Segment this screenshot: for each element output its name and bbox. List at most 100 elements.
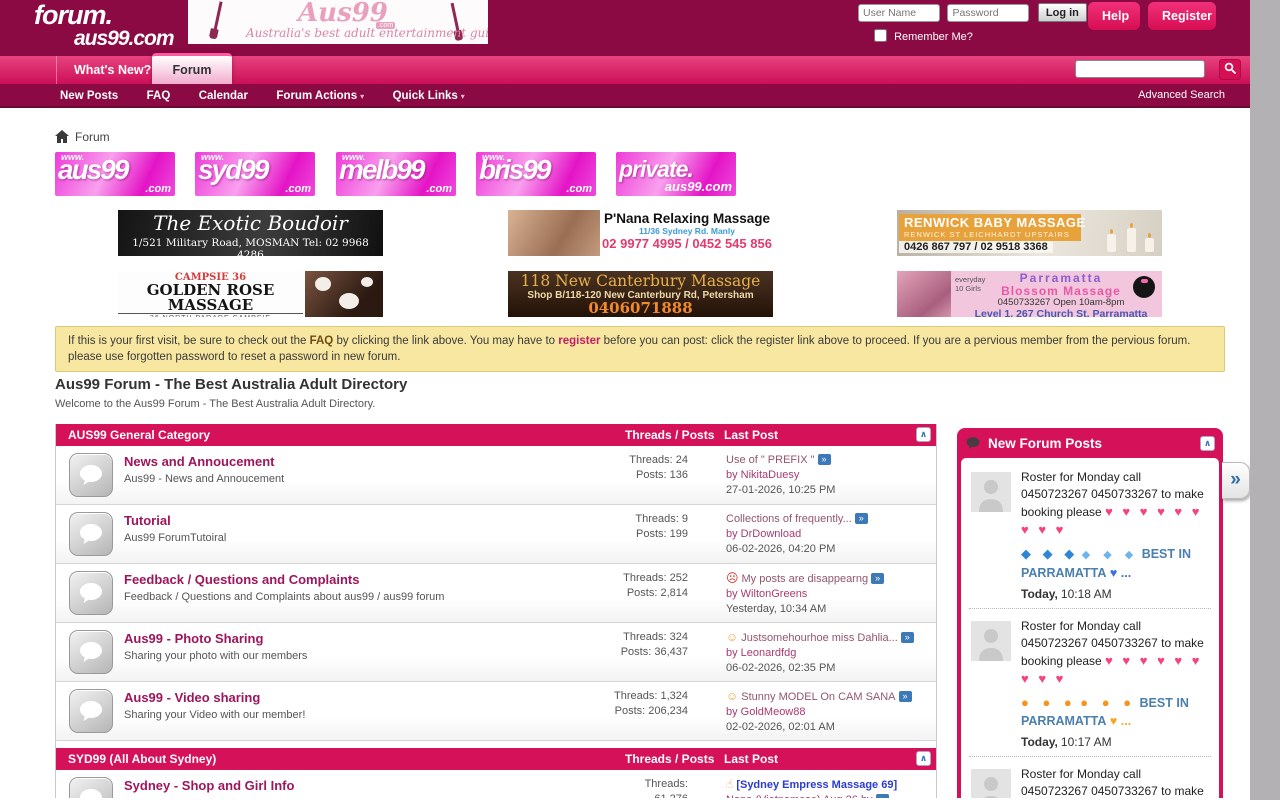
nav-forum-actions[interactable]: Forum Actions▾: [276, 85, 364, 108]
last-post-cell: Use of " PREFIX "» by NikitaDuesy 27-01-…: [726, 453, 932, 498]
breadcrumb-forum[interactable]: Forum: [75, 130, 110, 144]
forum-icon: [69, 453, 113, 497]
angry-face-icon: ☹: [726, 571, 739, 585]
forum-title-link[interactable]: Feedback / Questions and Complaints: [124, 572, 360, 587]
last-post-title-link[interactable]: Collections of frequently...: [726, 513, 852, 525]
last-post-cell: ☹My posts are disappearng» by WiltonGree…: [726, 571, 932, 617]
forum-icon: [69, 630, 113, 674]
candle-decoration: [1127, 228, 1136, 252]
last-post-title-link[interactable]: [Sydney Empress Massage 69]: [736, 779, 897, 791]
advanced-search-link[interactable]: Advanced Search: [1138, 84, 1225, 106]
goto-last-post-icon[interactable]: »: [901, 632, 914, 643]
register-button[interactable]: Register: [1148, 2, 1216, 30]
logo-line2: aus99.com: [74, 28, 174, 50]
tab-forum[interactable]: Forum: [152, 53, 232, 84]
post-date: Today,10:18 AM: [1021, 587, 1211, 601]
diamond-icons: ◆ ◆ ◆: [1082, 549, 1139, 561]
avatar[interactable]: [971, 621, 1011, 661]
nav-faq[interactable]: FAQ: [147, 85, 171, 107]
table-spacer: [56, 741, 936, 748]
site-banner-syd99[interactable]: www. syd99 .com: [195, 152, 315, 196]
ad-banner-pnana-massage[interactable]: P'Nana Relaxing Massage 11/36 Sydney Rd.…: [508, 210, 773, 256]
site-logo[interactable]: forum. aus99.com: [34, 2, 174, 50]
logo-line1: forum.: [34, 2, 174, 28]
last-post-title-link[interactable]: My posts are disappearng: [742, 573, 869, 585]
login-area: Log in Remember Me?: [858, 3, 1087, 43]
site-banner-aus99[interactable]: www. aus99 .com: [55, 152, 175, 196]
forum-table: AUS99 General Category Threads / Posts L…: [55, 424, 937, 798]
goto-last-post-icon[interactable]: »: [818, 454, 831, 465]
sidebar-expand-button[interactable]: »: [1222, 462, 1250, 499]
banner-tagline: Australia's best adult entertainment gui…: [246, 26, 476, 40]
forum-title-link[interactable]: News and Annoucement: [124, 454, 274, 469]
remember-me-checkbox[interactable]: [874, 29, 887, 42]
post-text[interactable]: Roster for Monday call 0450723267 045073…: [1021, 469, 1211, 539]
ad-photo: [897, 271, 951, 317]
last-post-title-link[interactable]: Justsomehourhoe miss Dahlia...: [741, 632, 898, 644]
faq-link[interactable]: FAQ: [310, 335, 334, 347]
forum-row-feedback-questions: Feedback / Questions and Complaints Feed…: [56, 564, 936, 623]
last-post-author-link[interactable]: by WiltonGreens: [726, 588, 807, 600]
category-header-syd99: SYD99 (All About Sydney) Threads / Posts…: [56, 748, 936, 770]
top-header: forum. aus99.com Aus99 .com Australia's …: [0, 0, 1250, 56]
site-banner-bris99[interactable]: www. bris99 .com: [476, 152, 596, 196]
site-banner-melb99[interactable]: www. melb99 .com: [336, 152, 456, 196]
login-button[interactable]: Log in: [1038, 3, 1087, 22]
register-link[interactable]: register: [558, 335, 600, 347]
header-banner-ad[interactable]: Aus99 .com Australia's best adult entert…: [188, 0, 488, 44]
search-input[interactable]: [1075, 60, 1205, 78]
ad-banner-exotic-boudoir[interactable]: The Exotic Boudoir 1/521 Military Road, …: [118, 210, 383, 256]
category-title: SYD99 (All About Sydney): [56, 752, 216, 766]
site-banner-private-aus99[interactable]: private. aus99.com: [616, 152, 736, 196]
goto-last-post-icon[interactable]: »: [855, 513, 868, 524]
curtain-decoration: [213, 1, 230, 36]
collapse-widget-button[interactable]: ∧: [1200, 436, 1215, 451]
ad-banner-golden-rose-massage[interactable]: CAMPSIE 36 GOLDEN ROSE MASSAGE 36 NORTH …: [118, 271, 383, 317]
forum-row-video-sharing: Aus99 - Video sharing Sharing your Video…: [56, 682, 936, 741]
last-post-author-link[interactable]: by GoldMeow88: [726, 706, 806, 718]
ad-banner-blossom-massage[interactable]: everyday 10 Girls Parramatta Blossom Mas…: [897, 271, 1162, 317]
last-post-author-link[interactable]: by DrDownload: [726, 528, 801, 540]
password-input[interactable]: [947, 4, 1029, 22]
collapse-category-button[interactable]: ∧: [916, 751, 931, 766]
nav-quick-links[interactable]: Quick Links▾: [393, 85, 465, 108]
forum-title-link[interactable]: Sydney - Shop and Girl Info: [124, 778, 294, 793]
post-text[interactable]: Roster for Monday call 0450723267 045073…: [1021, 766, 1211, 798]
nav-calendar[interactable]: Calendar: [199, 85, 248, 107]
avatar[interactable]: [971, 769, 1011, 798]
help-button[interactable]: Help: [1088, 2, 1140, 30]
goto-last-post-icon[interactable]: »: [899, 691, 912, 702]
last-post-title-link[interactable]: Use of " PREFIX ": [726, 454, 815, 466]
goto-last-post-icon[interactable]: »: [876, 794, 889, 798]
goto-last-post-icon[interactable]: »: [871, 573, 884, 584]
widget-body: Roster for Monday call 0450723267 045073…: [961, 458, 1219, 798]
post-text[interactable]: Roster for Monday call 0450723267 045073…: [1021, 618, 1211, 688]
speech-bubble-icon: [965, 436, 981, 450]
ad-banner-118-canterbury-massage[interactable]: 118 New Canterbury Massage Shop B/118-12…: [508, 271, 773, 317]
last-post-author-link[interactable]: by NikitaDuesy: [726, 469, 799, 481]
home-icon[interactable]: [55, 130, 69, 143]
collapse-category-button[interactable]: ∧: [916, 427, 931, 442]
forum-icon: [69, 689, 113, 733]
last-post-cell: Collections of frequently...» by DrDownl…: [726, 512, 932, 557]
search-button[interactable]: [1219, 59, 1241, 80]
last-post-author-link[interactable]: Nana (Vietnamese) Aug 26 by: [726, 794, 873, 798]
forum-title-link[interactable]: Aus99 - Video sharing: [124, 690, 260, 705]
nav-new-posts[interactable]: New Posts: [60, 85, 118, 107]
remember-me[interactable]: Remember Me?: [874, 29, 1087, 43]
candle-decoration: [1107, 234, 1116, 252]
forum-title-link[interactable]: Tutorial: [124, 513, 171, 528]
person-icon: [971, 621, 1011, 661]
username-input[interactable]: [858, 4, 940, 22]
speech-bubble-icon: [78, 463, 104, 487]
last-post-author-link[interactable]: by Leonardfdg: [726, 647, 796, 659]
heart-icon: ♥ ...: [1110, 566, 1131, 580]
smiley-face-icon: ☺: [726, 630, 738, 644]
avatar[interactable]: [971, 472, 1011, 512]
forum-title-link[interactable]: Aus99 - Photo Sharing: [124, 631, 263, 646]
category-title: AUS99 General Category: [56, 428, 210, 442]
last-post-title-link[interactable]: Stunny MODEL On CAM SANA: [741, 691, 895, 703]
speech-bubble-icon: [78, 640, 104, 664]
fire-icons: ● ● ●: [1080, 695, 1136, 710]
ad-banner-renwick-massage[interactable]: RENWICK BABY MASSAGE RENWICK ST LEICHHAR…: [897, 210, 1162, 256]
